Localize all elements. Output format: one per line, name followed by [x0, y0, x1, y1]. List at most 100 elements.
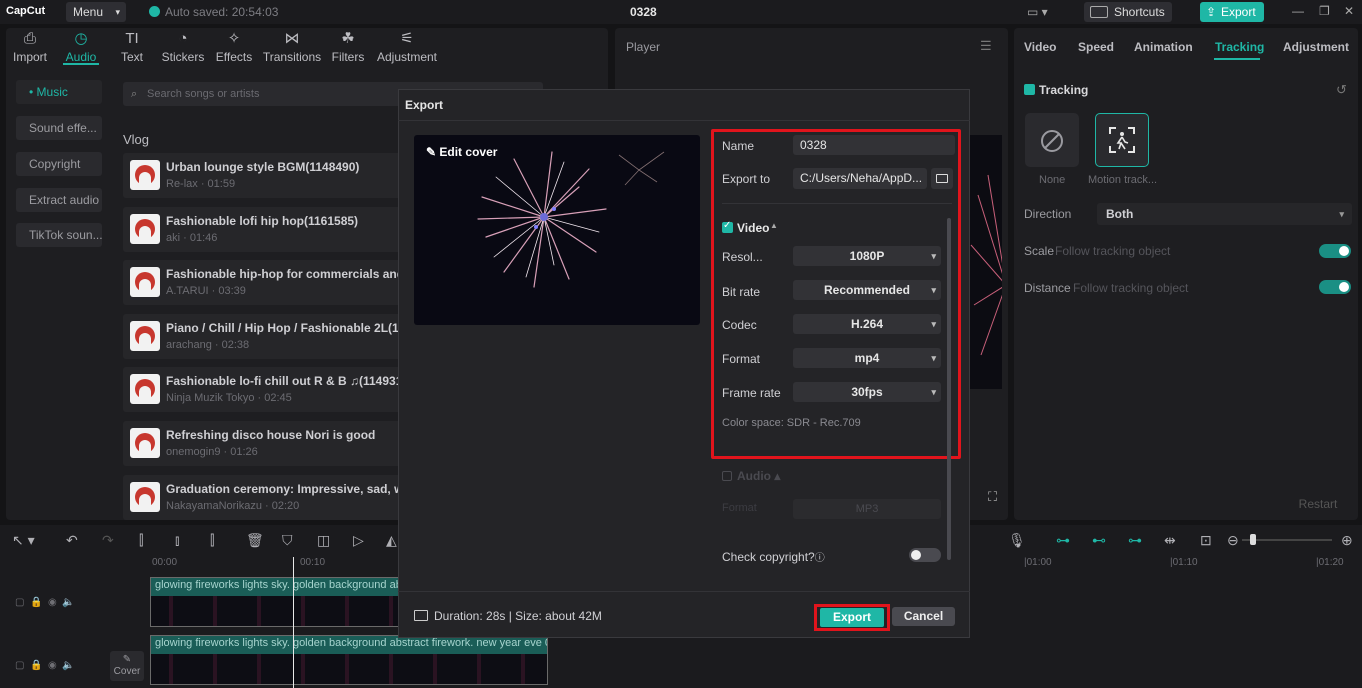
audio-checkbox[interactable]	[722, 471, 732, 481]
shortcuts-label: Shortcuts	[1114, 5, 1165, 19]
tracking-option-motion[interactable]	[1095, 113, 1149, 167]
chevron-down-icon: ▾	[115, 7, 120, 17]
video-clip[interactable]: glowing fireworks lights sky. golden bac…	[150, 577, 400, 627]
help-icon[interactable]: ⓘ	[815, 553, 825, 564]
freeze-icon[interactable]: ◫	[317, 532, 330, 549]
minimize-icon[interactable]: —	[1292, 4, 1304, 18]
split-right-icon[interactable]: ⫿	[210, 532, 214, 549]
copyright-toggle[interactable]	[909, 548, 941, 562]
tool-effects[interactable]: ✧ Effects	[209, 30, 259, 64]
cancel-button[interactable]: Cancel	[892, 607, 955, 626]
play-icon[interactable]: ▷	[353, 532, 364, 549]
marker-icon[interactable]: ⛉	[282, 532, 293, 549]
track-thumbnail	[130, 428, 160, 458]
shortcuts-button[interactable]: Shortcuts	[1084, 2, 1172, 22]
tab-speed[interactable]: Speed	[1078, 40, 1114, 54]
split-left-icon[interactable]: ⫾	[175, 532, 179, 549]
subtitle-icon[interactable]: ⊡	[1200, 532, 1212, 549]
tool-stickers[interactable]: ◔ Stickers	[158, 30, 208, 64]
zoom-slider-handle[interactable]	[1250, 534, 1256, 545]
search-icon: ⌕	[131, 88, 138, 100]
sidebar-item-copyright[interactable]: Copyright	[16, 152, 102, 176]
undo-icon[interactable]: ↶	[66, 532, 78, 549]
tool-transitions[interactable]: ⋈ Transitions	[262, 30, 322, 64]
tool-text[interactable]: TI Text	[107, 30, 157, 64]
zoom-in-icon[interactable]: ⊕	[1341, 532, 1353, 549]
option-motion-label: Motion track...	[1088, 174, 1158, 186]
split-icon[interactable]: ⫿	[139, 532, 143, 549]
tool-adjustment[interactable]: ⚟ Adjustment	[376, 30, 438, 64]
tracking-option-none[interactable]	[1025, 113, 1079, 167]
cover-button[interactable]: ✎ Cover	[110, 651, 144, 681]
direction-select[interactable]: Both ▾	[1097, 203, 1352, 225]
tracking-checkbox[interactable]	[1024, 84, 1035, 95]
film-icon	[414, 610, 428, 621]
highlight-box	[711, 129, 961, 459]
sidebar-item-sound-effects[interactable]: Sound effe...	[16, 116, 102, 140]
player-title: Player	[626, 40, 661, 54]
scale-toggle[interactable]	[1319, 244, 1351, 258]
sidebar-item-extract-audio[interactable]: Extract audio	[16, 188, 102, 212]
app-logo: CapCut	[6, 5, 46, 17]
active-tab-indicator	[1214, 58, 1260, 60]
mirror-icon[interactable]: ◭	[386, 532, 397, 549]
zoom-out-icon[interactable]: ⊖	[1227, 532, 1239, 549]
ruler-tick: |01:20	[1316, 557, 1344, 568]
divider	[398, 591, 970, 592]
layout-icon[interactable]: ▭ ▾	[1027, 5, 1051, 19]
dialog-title: Export	[405, 98, 444, 112]
export-top-button[interactable]: ⇪ Export	[1200, 2, 1264, 22]
menu-icon[interactable]: ☰	[980, 38, 992, 54]
tool-audio[interactable]: ◷ Audio	[56, 30, 106, 64]
main-track-magnet-icon[interactable]: ⊶	[1056, 532, 1070, 549]
audio-section[interactable]: Audio ▴	[722, 469, 780, 483]
tab-tracking[interactable]: Tracking	[1215, 40, 1264, 54]
reset-icon[interactable]: ↺	[1336, 82, 1347, 98]
playhead[interactable]	[293, 557, 294, 688]
select-cursor-icon[interactable]: ↖ ▾	[12, 532, 35, 549]
auto-snap-icon[interactable]: ⊷	[1092, 532, 1106, 549]
video-clip[interactable]: glowing fireworks lights sky. golden bac…	[150, 635, 548, 685]
track-controls[interactable]: ▢ 🔒 ◉ 🔈	[15, 597, 75, 608]
sidebar-item-music[interactable]: • Music	[16, 80, 102, 104]
audio-format-select[interactable]: MP3	[793, 499, 941, 519]
sidebar-item-tiktok-sounds[interactable]: TikTok soun...	[16, 223, 102, 247]
maximize-icon[interactable]: ❐	[1319, 4, 1330, 18]
delete-icon[interactable]: 🗑	[246, 532, 264, 549]
microphone-icon[interactable]: 🎙	[1008, 532, 1026, 549]
close-icon[interactable]: ✕	[1344, 4, 1354, 18]
menu-button[interactable]: Menu ▾	[66, 2, 126, 22]
export-button[interactable]: Export	[820, 608, 884, 627]
list-item[interactable]: Piano / Chill / Hip Hop / Fashionable 2L…	[123, 314, 403, 359]
redo-icon[interactable]: ↷	[102, 532, 114, 549]
list-item[interactable]: Fashionable lo-fi chill out R & B ♫(1149…	[123, 367, 403, 412]
distance-toggle[interactable]	[1319, 280, 1351, 294]
tab-adjustment[interactable]: Adjustment	[1283, 40, 1349, 54]
upload-icon: ⇪	[1206, 5, 1217, 19]
motion-tracking-icon	[1109, 127, 1135, 153]
menu-label: Menu	[73, 5, 104, 19]
scrollbar[interactable]	[947, 218, 951, 560]
tab-animation[interactable]: Animation	[1134, 40, 1193, 54]
restart-button[interactable]: Restart	[1286, 497, 1350, 513]
track-thumbnail	[130, 321, 160, 351]
list-item[interactable]: Fashionable hip-hop for commercials and …	[123, 260, 403, 305]
copyright-label: Check copyright?ⓘ	[722, 550, 825, 564]
list-item[interactable]: Graduation ceremony: Impressive, sad, wa…	[123, 475, 403, 520]
fireworks-image	[477, 151, 665, 288]
tab-video[interactable]: Video	[1024, 40, 1056, 54]
edit-cover-button[interactable]: ✎ Edit cover	[426, 145, 497, 159]
list-item[interactable]: Refreshing disco house Nori is good onemo…	[123, 421, 403, 466]
fullscreen-icon[interactable]: ⛶	[988, 489, 997, 505]
cover-preview[interactable]	[414, 135, 700, 325]
track-controls[interactable]: ▢ 🔒 ◉ 🔈	[15, 660, 75, 671]
clip-thumbnails	[151, 596, 399, 626]
tool-filters[interactable]: ☘ Filters	[323, 30, 373, 64]
tool-import[interactable]: ⎙ Import	[5, 30, 55, 64]
preview-axis-icon[interactable]: ⇹	[1164, 532, 1176, 549]
linkage-icon[interactable]: ⊶	[1128, 532, 1142, 549]
list-item[interactable]: Fashionable lofi hip hop(1161585) aki · 0…	[123, 207, 403, 252]
track-thumbnail	[130, 267, 160, 297]
list-item[interactable]: Urban lounge style BGM(1148490) Re-lax · …	[123, 153, 403, 198]
filters-icon: ☘	[341, 30, 355, 47]
